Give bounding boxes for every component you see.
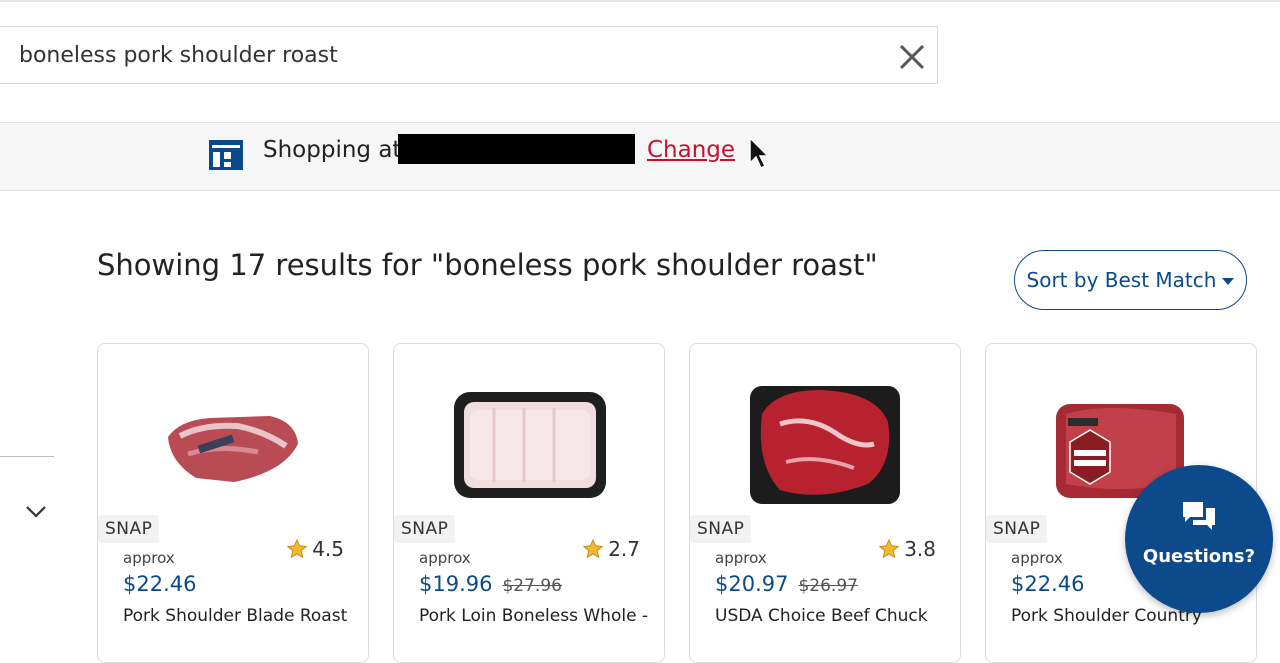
rating: 4.5 [286,537,344,561]
product-card[interactable]: SNAP approx 4.5 $22.46 Pork Shoulder Bla… [97,343,369,663]
price: $20.97 $26.97 [715,572,858,596]
price: $22.46 [1011,572,1084,596]
rating: 2.7 [582,537,640,561]
rating-value: 4.5 [312,537,344,561]
product-name[interactable]: Pork Shoulder Country [1011,606,1202,626]
change-store-link[interactable]: Change [647,137,735,163]
snap-badge: SNAP [986,515,1048,543]
close-icon[interactable] [897,42,927,72]
current-price: $22.46 [1011,572,1085,596]
rating: 3.8 [878,537,936,561]
shopping-at-label: Shopping at [263,137,402,163]
product-name[interactable]: USDA Choice Beef Chuck [715,606,928,626]
rating-value: 2.7 [608,537,640,561]
chat-icon [1183,502,1215,530]
search-query[interactable]: boneless pork shoulder roast [19,43,338,68]
product-card[interactable]: SNAP approx 3.8 $20.97 $26.97 USDA Choice… [689,343,961,663]
price: $19.96 $27.96 [419,572,562,596]
original-price: $27.96 [502,576,562,596]
original-price: $26.97 [798,576,858,596]
store-icon [209,140,243,170]
questions-label: Questions? [1142,546,1256,567]
approx-label: approx [715,549,767,567]
top-divider [0,0,1280,2]
snap-badge: SNAP [394,515,456,543]
product-name[interactable]: Pork Loin Boneless Whole - [419,606,648,626]
snap-badge: SNAP [98,515,160,543]
snap-badge: SNAP [690,515,752,543]
approx-label: approx [1011,549,1063,567]
star-icon [582,538,604,559]
price: $22.46 [123,572,196,596]
star-icon [286,538,308,559]
sort-label: Sort by Best Match [1026,268,1217,292]
store-bar: Shopping at Change [0,122,1280,191]
product-image [750,386,900,504]
mouse-cursor [749,136,770,170]
chevron-down-icon[interactable] [25,503,47,521]
approx-label: approx [419,549,471,567]
star-icon [878,538,900,559]
redacted-store-name [398,134,635,164]
sidebar-divider [0,456,54,457]
product-image [454,392,606,498]
product-card[interactable]: SNAP approx 2.7 $19.96 $27.96 Pork Loin B… [393,343,665,663]
caret-down-icon [1222,277,1235,285]
product-name[interactable]: Pork Shoulder Blade Roast [123,606,347,626]
current-price: $19.96 [419,572,493,596]
current-price: $20.97 [715,572,789,596]
questions-button[interactable]: Questions? [1125,465,1273,613]
results-heading: Showing 17 results for "boneless pork sh… [97,248,878,282]
current-price: $22.46 [123,572,197,596]
search-input[interactable]: boneless pork shoulder roast [0,26,938,84]
sort-dropdown[interactable]: Sort by Best Match [1014,250,1247,310]
product-image [168,416,298,482]
approx-label: approx [123,549,175,567]
rating-value: 3.8 [904,537,936,561]
